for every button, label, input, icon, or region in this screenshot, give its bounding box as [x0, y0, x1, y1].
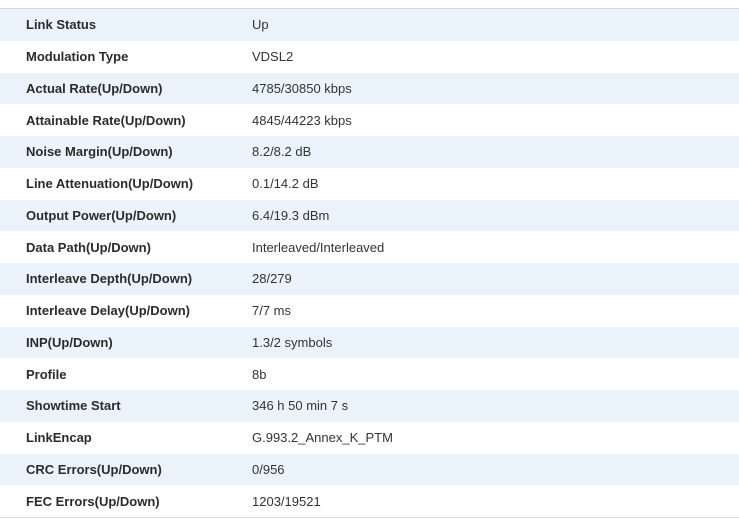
table-row: Data Path(Up/Down) Interleaved/Interleav… [0, 231, 739, 263]
row-label-crc-errors: CRC Errors(Up/Down) [26, 461, 162, 477]
table-row: Output Power(Up/Down) 6.4/19.3 dBm [0, 199, 739, 232]
table-row: Interleave Delay(Up/Down) 7/7 ms [0, 294, 739, 327]
row-value-line-attenuation: 0.1/14.2 dB [252, 176, 319, 192]
row-value-noise-margin: 8.2/8.2 dB [252, 144, 312, 160]
table-row: Profile 8b [0, 358, 739, 390]
table-row: INP(Up/Down) 1.3/2 symbols [0, 326, 739, 359]
row-value-fec-errors: 1203/19521 [252, 493, 321, 509]
row-label-interleave-depth: Interleave Depth(Up/Down) [26, 271, 193, 287]
row-value-interleave-depth: 28/279 [252, 271, 292, 287]
row-label-output-power: Output Power(Up/Down) [26, 207, 177, 223]
row-label-actual-rate: Actual Rate(Up/Down) [26, 80, 163, 96]
row-value-data-path: Interleaved/Interleaved [252, 239, 385, 255]
row-value-interleave-delay: 7/7 ms [252, 303, 292, 319]
table-row: Modulation Type VDSL2 [0, 40, 739, 73]
row-label-interleave-delay: Interleave Delay(Up/Down) [26, 303, 190, 319]
table-row: Showtime Start 346 h 50 min 7 s [0, 390, 739, 422]
row-label-inp: INP(Up/Down) [26, 334, 113, 350]
row-label-modulation-type: Modulation Type [26, 49, 129, 65]
table-row: CRC Errors(Up/Down) 0/956 [0, 453, 739, 486]
row-value-modulation-type: VDSL2 [252, 49, 294, 65]
row-label-attainable-rate: Attainable Rate(Up/Down) [26, 112, 186, 128]
row-label-noise-margin: Noise Margin(Up/Down) [26, 144, 173, 160]
row-value-link-encap: G.993.2_Annex_K_PTM [252, 430, 393, 446]
table-row: LinkEncap G.993.2_Annex_K_PTM [0, 421, 739, 454]
row-label-link-encap: LinkEncap [26, 430, 92, 446]
dsl-status-table: Link Status Up Modulation Type VDSL2 Act… [0, 8, 739, 518]
row-value-attainable-rate: 4845/44223 kbps [252, 112, 352, 128]
row-value-output-power: 6.4/19.3 dBm [252, 207, 330, 223]
table-row: Interleave Depth(Up/Down) 28/279 [0, 263, 739, 295]
table-row: Noise Margin(Up/Down) 8.2/8.2 dB [0, 136, 739, 168]
row-label-line-attenuation: Line Attenuation(Up/Down) [26, 176, 194, 192]
table-row: FEC Errors(Up/Down) 1203/19521 [0, 485, 739, 517]
table-row: Attainable Rate(Up/Down) 4845/44223 kbps [0, 104, 739, 136]
row-value-actual-rate: 4785/30850 kbps [252, 80, 352, 96]
row-value-crc-errors: 0/956 [252, 461, 285, 477]
table-row: Actual Rate(Up/Down) 4785/30850 kbps [0, 72, 739, 105]
row-label-profile: Profile [26, 366, 67, 382]
row-label-data-path: Data Path(Up/Down) [26, 239, 151, 255]
table-row: Line Attenuation(Up/Down) 0.1/14.2 dB [0, 167, 739, 200]
row-label-fec-errors: FEC Errors(Up/Down) [26, 493, 160, 509]
row-value-link-status: Up [252, 17, 269, 33]
table-row: Link Status Up [0, 9, 739, 41]
row-value-showtime-start: 346 h 50 min 7 s [252, 398, 349, 414]
row-value-inp: 1.3/2 symbols [252, 334, 333, 350]
row-label-link-status: Link Status [26, 17, 97, 33]
row-label-showtime-start: Showtime Start [26, 398, 121, 414]
row-value-profile: 8b [252, 366, 267, 382]
